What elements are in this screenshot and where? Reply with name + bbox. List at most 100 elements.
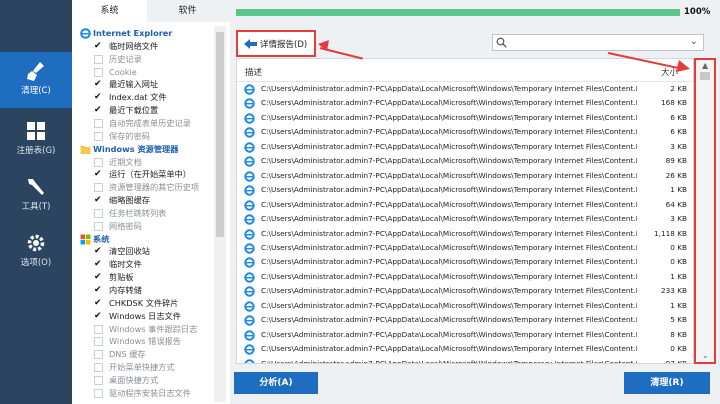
checkbox-unchecked[interactable]: [94, 208, 103, 218]
nav-item-2[interactable]: 工具(T): [0, 168, 72, 224]
checkbox-unchecked[interactable]: [94, 221, 103, 231]
ie-icon: [244, 315, 255, 326]
tree-scrollbar[interactable]: [214, 26, 226, 402]
progress-bar: [236, 9, 680, 16]
checkbox-unchecked[interactable]: [94, 157, 103, 167]
nav-item-1[interactable]: 注册表(G): [0, 112, 72, 168]
ie-icon: [244, 243, 255, 254]
file-size: 0 KB: [670, 344, 687, 354]
checkbox-unchecked[interactable]: [94, 388, 103, 398]
checkbox-unchecked[interactable]: [94, 324, 103, 334]
file-size: 3 KB: [670, 141, 687, 151]
checkbox-unchecked[interactable]: [94, 131, 103, 141]
checkbox-checked[interactable]: [94, 78, 103, 91]
checkbox-unchecked[interactable]: [94, 54, 103, 64]
category-tabs: 系统 软件: [72, 0, 230, 22]
list-item[interactable]: C:\Users\Administrator.admin7-PC\AppData…: [237, 212, 693, 226]
checkbox-checked[interactable]: [94, 297, 103, 310]
scroll-down-icon[interactable]: ⌄: [702, 351, 709, 360]
checkbox-checked[interactable]: [94, 271, 103, 284]
list-item[interactable]: C:\Users\Administrator.admin7-PC\AppData…: [237, 82, 693, 96]
tree-label: 开始菜单快捷方式: [109, 362, 175, 373]
file-size: 89 KB: [665, 156, 687, 166]
ie-icon: [244, 257, 255, 269]
checkbox-unchecked[interactable]: [94, 67, 103, 77]
file-path: C:\Users\Administrator.admin7-PC\AppData…: [261, 257, 637, 267]
list-item[interactable]: C:\Users\Administrator.admin7-PC\AppData…: [237, 357, 693, 364]
list-item[interactable]: C:\Users\Administrator.admin7-PC\AppData…: [237, 169, 693, 183]
list-item[interactable]: C:\Users\Administrator.admin7-PC\AppData…: [237, 342, 693, 356]
scroll-up-icon[interactable]: ▲: [702, 61, 708, 70]
tree-label: Internet Explorer: [93, 28, 173, 38]
clean-button[interactable]: 清理(R): [624, 372, 710, 394]
tab-system[interactable]: 系统: [72, 0, 147, 22]
file-path: C:\Users\Administrator.admin7-PC\AppData…: [261, 358, 637, 364]
tab-software[interactable]: 软件: [150, 0, 225, 22]
file-path: C:\Users\Administrator.admin7-PC\AppData…: [261, 112, 637, 122]
checkbox-checked[interactable]: [94, 40, 103, 53]
ie-icon: [244, 127, 255, 139]
tree-label: 剪贴板: [109, 272, 134, 283]
list-item[interactable]: C:\Users\Administrator.admin7-PC\AppData…: [237, 125, 693, 139]
file-size: 1 KB: [670, 271, 687, 281]
nav-item-label: 清理(C): [21, 86, 51, 96]
checkbox-checked[interactable]: [94, 310, 103, 323]
checkbox-unchecked[interactable]: [94, 363, 103, 373]
search-icon: [496, 37, 507, 48]
checkbox-checked[interactable]: [94, 284, 103, 297]
tree-label: 临时网络文件: [109, 40, 159, 51]
list-item[interactable]: C:\Users\Administrator.admin7-PC\AppData…: [237, 154, 693, 168]
checkbox-unchecked[interactable]: [94, 183, 103, 193]
checkbox-checked[interactable]: [94, 245, 103, 258]
progress-percent: 100%: [684, 7, 711, 17]
list-item[interactable]: C:\Users\Administrator.admin7-PC\AppData…: [237, 299, 693, 313]
file-size: 1 KB: [670, 185, 687, 195]
annotation-arrow-left-head: [318, 40, 329, 51]
list-header: 描述 大小: [237, 59, 693, 82]
file-size: 2 KB: [670, 84, 687, 93]
file-size: 1,118 KB: [654, 228, 687, 238]
column-description[interactable]: 描述: [245, 66, 262, 78]
search-dropdown[interactable]: ⌄: [492, 34, 704, 51]
nav-item-label: 工具(T): [21, 202, 51, 212]
nav-item-label: 注册表(G): [16, 146, 56, 156]
checkbox-unchecked[interactable]: [94, 118, 103, 128]
list-item[interactable]: C:\Users\Administrator.admin7-PC\AppData…: [237, 270, 693, 284]
checkbox-unchecked[interactable]: [94, 337, 103, 347]
list-item[interactable]: C:\Users\Administrator.admin7-PC\AppData…: [237, 198, 693, 212]
list-item[interactable]: C:\Users\Administrator.admin7-PC\AppData…: [237, 241, 693, 255]
checkbox-checked[interactable]: [94, 168, 103, 181]
nav-item-0[interactable]: 清理(C): [0, 52, 72, 108]
results-scrollbar-thumb[interactable]: [700, 72, 710, 80]
nav-item-3[interactable]: 选项(O): [0, 224, 72, 280]
list-item[interactable]: C:\Users\Administrator.admin7-PC\AppData…: [237, 111, 693, 125]
ie-icon: [244, 214, 255, 225]
file-path: C:\Users\Administrator.admin7-PC\AppData…: [261, 228, 637, 238]
checkbox-unchecked[interactable]: [94, 375, 103, 385]
tree-label: 保存的密码: [109, 130, 150, 141]
list-item[interactable]: C:\Users\Administrator.admin7-PC\AppData…: [237, 140, 693, 154]
ie-icon: [244, 98, 255, 110]
list-item[interactable]: C:\Users\Administrator.admin7-PC\AppData…: [237, 96, 693, 110]
checkbox-checked[interactable]: [94, 104, 103, 117]
list-item[interactable]: C:\Users\Administrator.admin7-PC\AppData…: [237, 284, 693, 298]
ie-icon: [244, 272, 255, 283]
file-path: C:\Users\Administrator.admin7-PC\AppData…: [261, 84, 637, 93]
grid-icon: [27, 122, 45, 140]
ie-icon: [244, 301, 255, 312]
checkbox-checked[interactable]: [94, 258, 103, 271]
analyze-button[interactable]: 分析(A): [234, 372, 318, 394]
list-item[interactable]: C:\Users\Administrator.admin7-PC\AppData…: [237, 183, 693, 197]
checkbox-checked[interactable]: [94, 91, 103, 104]
list-item[interactable]: C:\Users\Administrator.admin7-PC\AppData…: [237, 227, 693, 241]
list-item[interactable]: C:\Users\Administrator.admin7-PC\AppData…: [237, 328, 693, 342]
checkbox-checked[interactable]: [94, 194, 103, 207]
results-scrollbar[interactable]: ▲ ⌄: [694, 58, 716, 364]
tree-scrollbar-thumb[interactable]: [216, 32, 224, 237]
file-path: C:\Users\Administrator.admin7-PC\AppData…: [261, 185, 637, 195]
list-item[interactable]: C:\Users\Administrator.admin7-PC\AppData…: [237, 255, 693, 269]
detail-report-button[interactable]: 详情报告(D): [236, 30, 316, 57]
checkbox-unchecked[interactable]: [94, 350, 103, 360]
list-item[interactable]: C:\Users\Administrator.admin7-PC\AppData…: [237, 313, 693, 327]
file-path: C:\Users\Administrator.admin7-PC\AppData…: [261, 344, 637, 354]
